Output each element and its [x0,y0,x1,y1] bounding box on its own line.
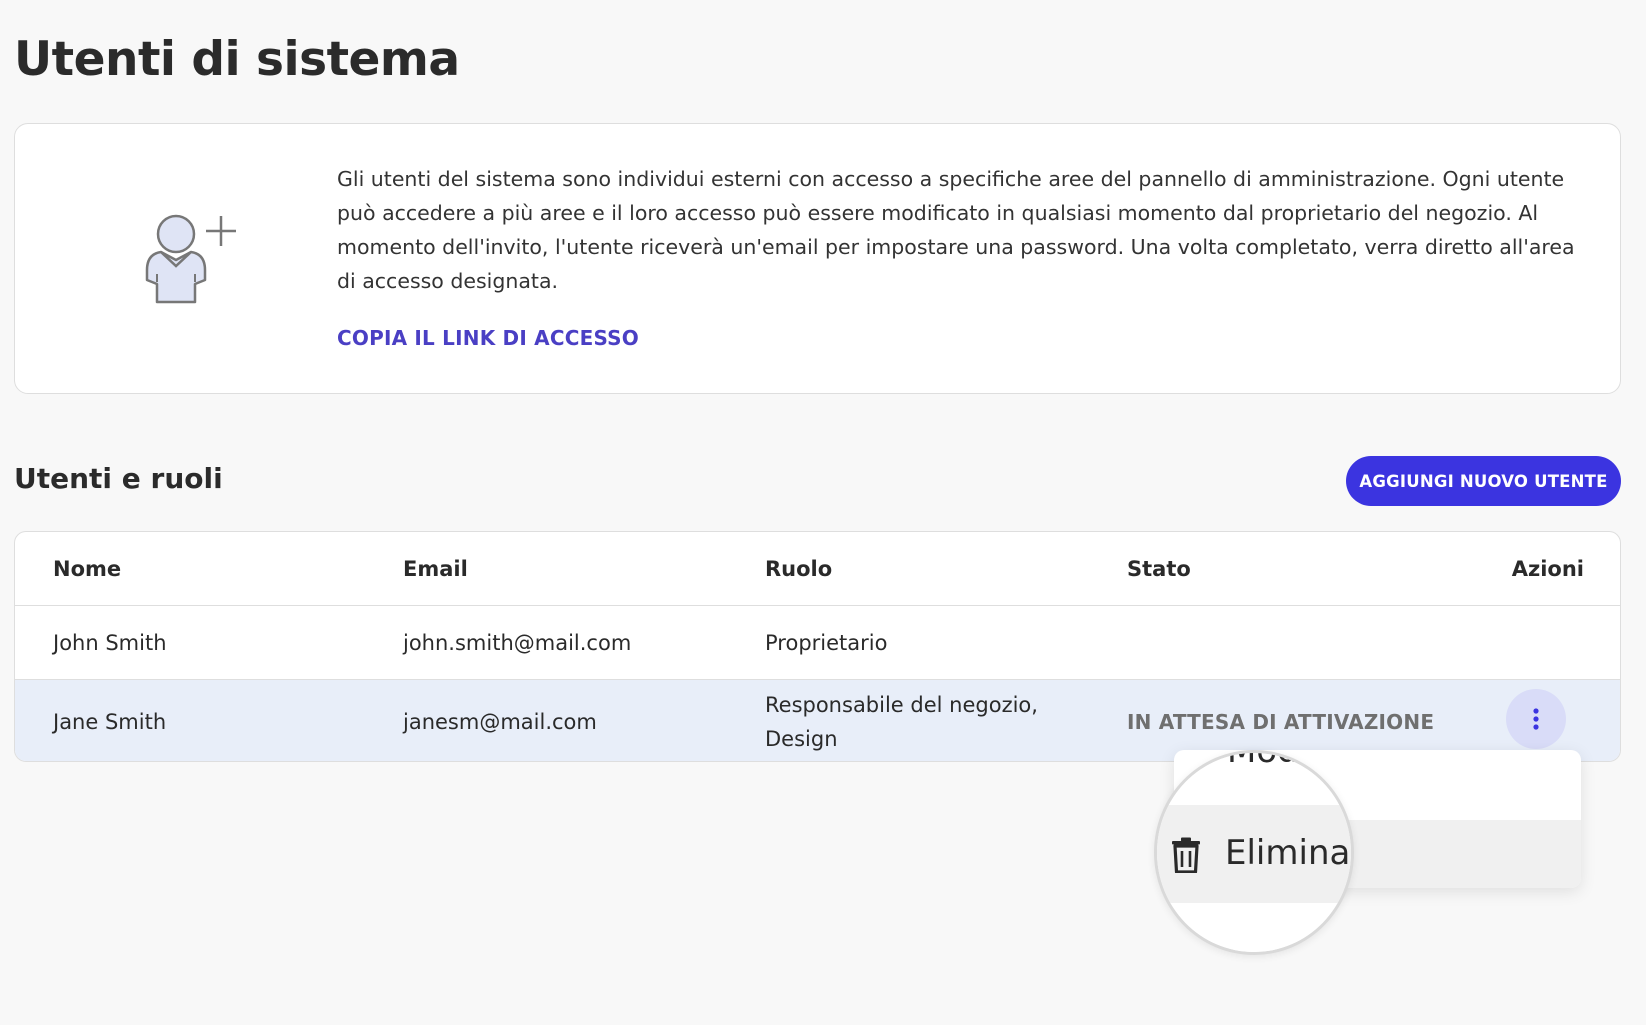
column-header-role[interactable]: Ruolo [765,532,1065,605]
menu-item-edit-zoomed[interactable]: Mod. [1157,753,1351,805]
users-table: Nome Email Ruolo Stato Azioni John Smith… [14,531,1621,762]
row-actions-button[interactable] [1506,689,1566,749]
table-header-row: Nome Email Ruolo Stato Azioni [15,532,1620,606]
column-header-name[interactable]: Nome [53,532,121,605]
user-role: Proprietario [765,630,888,655]
user-name: Jane Smith [53,709,167,734]
zoom-magnifier: Mod. Elimina [1154,750,1354,955]
table-row[interactable]: John Smith john.smith@mail.com Proprieta… [15,606,1620,680]
menu-item-edit-label: Mod. [1227,750,1310,771]
menu-item-delete-label: Elimina [1225,833,1351,873]
user-email: john.smith@mail.com [403,630,632,655]
add-user-icon [125,204,245,324]
column-header-actions: Azioni [1511,556,1584,581]
copy-access-link-button[interactable]: COPIA IL LINK DI ACCESSO [337,326,639,350]
trash-icon [1172,837,1200,873]
users-section-title: Utenti e ruoli [14,462,223,495]
menu-item-delete-zoomed[interactable]: Elimina [1157,805,1351,903]
user-email: janesm@mail.com [403,709,597,734]
info-description: Gli utenti del sistema sono individui es… [337,167,1575,293]
add-new-user-button[interactable]: AGGIUNGI NUOVO UTENTE [1346,456,1621,506]
column-header-email[interactable]: Email [403,532,468,605]
user-role: Responsabile del negozio, Design [765,692,1038,751]
user-name: John Smith [53,630,167,655]
more-vertical-icon [1533,708,1539,730]
info-card: Gli utenti del sistema sono individui es… [14,123,1621,394]
page-title: Utenti di sistema [14,32,460,87]
column-header-status[interactable]: Stato [1127,532,1191,605]
